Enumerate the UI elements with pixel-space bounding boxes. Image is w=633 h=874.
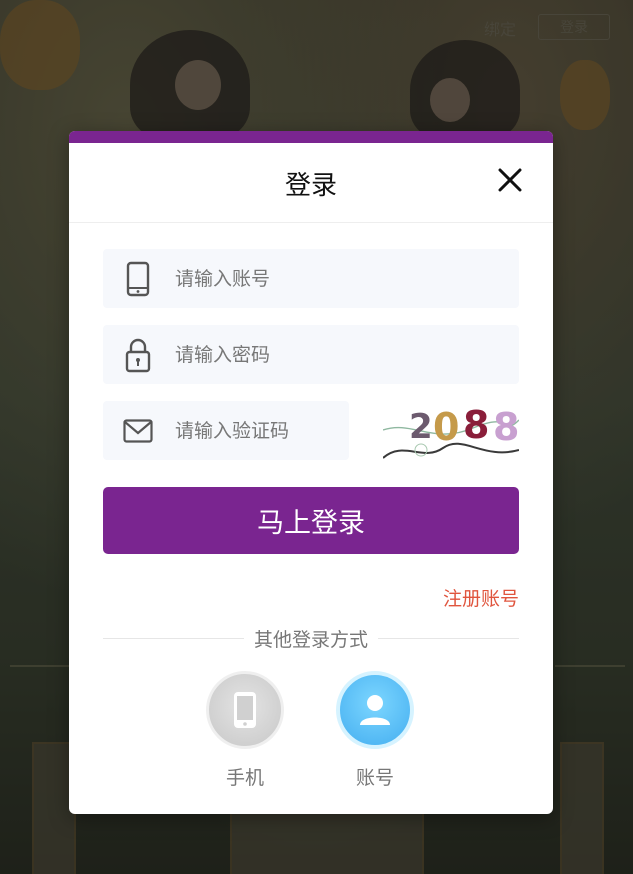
envelope-icon (123, 412, 153, 450)
divider-line (378, 637, 520, 639)
captcha-char-4: 8 (493, 405, 519, 449)
password-field[interactable] (103, 325, 519, 384)
divider-line (103, 637, 244, 639)
login-submit-button[interactable]: 马上登录 (103, 487, 519, 554)
account-login-option[interactable]: 账号 (335, 671, 415, 790)
account-login-label: 账号 (355, 767, 394, 789)
other-methods-divider: 其他登录方式 (103, 624, 520, 652)
mobile-phone-icon (123, 260, 153, 298)
close-icon[interactable] (497, 167, 523, 193)
login-modal: 登录 请输入账号 请输入验证码 2 0 8 8 马上登录 注册账号 其他登录方式… (69, 131, 553, 814)
modal-header: 登录 (69, 143, 553, 223)
mobile-phone-icon[interactable] (206, 671, 284, 749)
phone-login-option[interactable]: 手机 (205, 671, 285, 790)
password-input[interactable] (173, 342, 477, 367)
other-methods-label: 其他登录方式 (254, 628, 369, 651)
modal-accent-bar (69, 131, 553, 143)
captcha-input[interactable] (173, 418, 327, 443)
captcha-char-1: 2 (409, 407, 433, 447)
captcha-char-2: 0 (433, 405, 459, 449)
captcha-image[interactable]: 2 0 8 8 (383, 400, 519, 461)
modal-title: 登录 (284, 171, 337, 201)
register-link[interactable]: 注册账号 (443, 584, 519, 611)
captcha-char-3: 8 (463, 403, 489, 447)
user-icon[interactable] (336, 671, 414, 749)
lock-icon (123, 336, 153, 374)
captcha-field[interactable] (103, 401, 349, 460)
phone-login-label: 手机 (225, 767, 264, 789)
account-field[interactable] (103, 249, 519, 308)
account-input[interactable] (173, 266, 477, 291)
